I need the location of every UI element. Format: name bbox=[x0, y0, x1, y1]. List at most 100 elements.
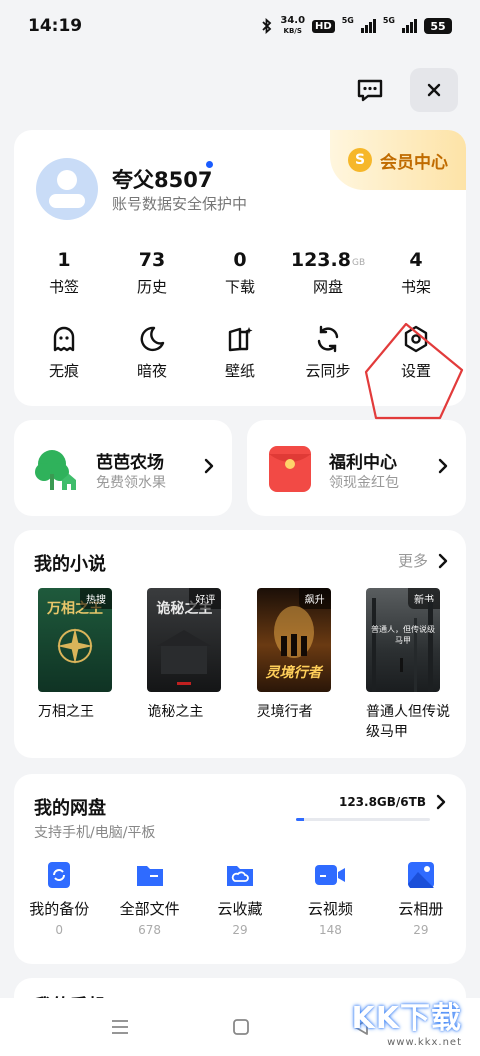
network-speed-unit: KB/S bbox=[283, 27, 302, 35]
promo-welfare-card[interactable]: 福利中心 领现金红包 bbox=[247, 420, 466, 516]
disk-item-count: 29 bbox=[413, 923, 429, 937]
stat-bookshelf[interactable]: 4 书架 bbox=[372, 246, 460, 297]
status-bar: 14:19 34.0 KB/S HD 5G 5G 55 bbox=[0, 0, 480, 52]
stat-bookmarks[interactable]: 1 书签 bbox=[20, 246, 108, 297]
stat-cloud-disk[interactable]: 123.8 GB 网盘 bbox=[284, 246, 372, 297]
disk-item-label: 我的备份 bbox=[29, 900, 90, 918]
stat-unit: GB bbox=[351, 258, 366, 268]
message-button[interactable] bbox=[346, 68, 394, 112]
top-actions bbox=[346, 68, 458, 112]
book-item[interactable]: 新书 普通人，但传说级马甲 普通人但传说级马甲 bbox=[365, 588, 452, 742]
signal-icon-2 bbox=[402, 19, 417, 33]
promo-subtitle: 免费领水果 bbox=[96, 475, 166, 491]
disk-item-cloud-album[interactable]: 云相册 29 bbox=[376, 860, 466, 937]
backup-icon bbox=[48, 862, 71, 888]
tool-wallpaper[interactable]: 壁纸 bbox=[196, 322, 284, 381]
chevron-right-icon bbox=[438, 458, 448, 474]
hd-badge: HD bbox=[312, 19, 335, 33]
disk-item-backup[interactable]: 我的备份 0 bbox=[14, 860, 104, 937]
cloud-folder-icon bbox=[227, 866, 254, 886]
section-subtitle: 支持手机/电脑/平板 bbox=[34, 825, 156, 841]
disk-usage-fill bbox=[296, 818, 305, 821]
red-envelope-icon bbox=[269, 446, 311, 492]
disk-item-label: 云视频 bbox=[307, 900, 353, 918]
stat-value: 4 bbox=[409, 249, 423, 271]
book-item[interactable]: 诡秘之主 好评 诡秘之主 bbox=[147, 588, 233, 742]
highlight-annotation bbox=[364, 322, 464, 420]
avatar[interactable] bbox=[36, 158, 98, 220]
book-title: 灵境行者 bbox=[256, 704, 313, 720]
disk-item-count: 0 bbox=[55, 923, 64, 937]
tool-label: 无痕 bbox=[48, 362, 79, 380]
promo-title: 福利中心 bbox=[329, 453, 397, 473]
menu-icon[interactable] bbox=[111, 1019, 129, 1035]
book-cover: 万相之王 热搜 bbox=[38, 588, 112, 692]
tool-incognito[interactable]: 无痕 bbox=[20, 322, 108, 381]
watermark: KK下载 www.kkx.net bbox=[352, 993, 463, 1048]
network-speed-value: 34.0 bbox=[280, 15, 306, 26]
book-list: 万相之王 热搜 万相之王 诡秘之主 好评 诡秘之主 飙升 灵境行者 灵境行者 新… bbox=[38, 588, 452, 742]
promo-farm-card[interactable]: 芭芭农场 免费领水果 bbox=[14, 420, 232, 516]
chevron-right-icon bbox=[204, 458, 214, 474]
chevron-right-icon bbox=[436, 794, 446, 810]
disk-item-all-files[interactable]: 全部文件 678 bbox=[104, 860, 194, 937]
disk-item-cloud-video[interactable]: 云视频 148 bbox=[285, 860, 375, 937]
cover-emblem bbox=[57, 628, 93, 664]
stat-history[interactable]: 73 历史 bbox=[108, 246, 196, 297]
close-button[interactable] bbox=[410, 68, 458, 112]
book-item[interactable]: 飙升 灵境行者 灵境行者 bbox=[256, 588, 343, 742]
tool-night-mode[interactable]: 暗夜 bbox=[108, 322, 196, 381]
book-cover: 飙升 灵境行者 bbox=[256, 588, 331, 692]
vip-center-button[interactable]: S 会员中心 bbox=[330, 130, 466, 190]
section-title: 我的网盘 bbox=[34, 798, 106, 819]
book-title: 普通人但传说级马甲 bbox=[365, 704, 450, 740]
video-icon bbox=[315, 865, 346, 885]
promo-title: 芭芭农场 bbox=[96, 453, 164, 473]
home-icon[interactable] bbox=[232, 1018, 250, 1036]
book-item[interactable]: 万相之王 热搜 万相之王 bbox=[38, 588, 124, 742]
disk-quota[interactable]: 123.8GB/6TB bbox=[339, 794, 446, 810]
tool-cloud-sync[interactable]: 云同步 bbox=[284, 322, 372, 381]
stat-label: 书架 bbox=[400, 278, 431, 296]
tool-label: 暗夜 bbox=[136, 362, 167, 380]
vip-coin-icon: S bbox=[348, 148, 372, 172]
account-security-status: 账号数据安全保护中 bbox=[112, 195, 248, 213]
my-novels-card: 我的小说 更多 万相之王 热搜 万相之王 诡秘之主 好评 诡秘之主 飙升 灵境行… bbox=[14, 530, 466, 758]
tool-label: 云同步 bbox=[305, 362, 351, 380]
stat-label: 历史 bbox=[136, 278, 167, 296]
disk-item-count: 29 bbox=[232, 923, 248, 937]
watermark-url: www.kkx.net bbox=[387, 1037, 462, 1048]
status-time: 14:19 bbox=[28, 16, 83, 36]
disk-quota-text: 123.8GB/6TB bbox=[338, 795, 426, 809]
disk-item-label: 全部文件 bbox=[119, 900, 180, 918]
user-name[interactable]: 夸父8507 bbox=[112, 164, 212, 194]
more-label: 更多 bbox=[397, 552, 428, 570]
disk-item-cloud-favorites[interactable]: 云收藏 29 bbox=[195, 860, 285, 937]
sync-icon bbox=[317, 325, 339, 353]
stat-label: 网盘 bbox=[312, 278, 343, 296]
bluetooth-icon bbox=[262, 18, 272, 34]
signal-5g-label-2: 5G bbox=[382, 16, 395, 25]
ghost-icon bbox=[53, 326, 75, 352]
book-cover: 诡秘之主 好评 bbox=[147, 588, 222, 692]
cover-building bbox=[157, 630, 212, 685]
profile-card: 夸父8507 账号数据安全保护中 S 会员中心 1 书签 73 历史 0 下载 … bbox=[14, 130, 466, 420]
moon-icon bbox=[140, 326, 165, 352]
cover-title: 普通人，但传说级马甲 bbox=[370, 625, 435, 645]
chevron-right-icon bbox=[438, 553, 448, 568]
stat-value: 73 bbox=[138, 249, 166, 271]
disk-usage-bar bbox=[296, 818, 430, 821]
more-button[interactable]: 更多 bbox=[398, 550, 448, 571]
stat-label: 下载 bbox=[224, 278, 255, 296]
book-title: 诡秘之主 bbox=[147, 704, 204, 720]
promo-subtitle: 领现金红包 bbox=[329, 475, 399, 491]
photo-icon bbox=[407, 862, 434, 888]
network-speed: 34.0 KB/S bbox=[280, 16, 305, 36]
disk-items: 我的备份 0 全部文件 678 云收藏 29 云视频 148 云相册 29 bbox=[14, 860, 466, 937]
stat-downloads[interactable]: 0 下载 bbox=[196, 246, 284, 297]
signal-icon bbox=[360, 19, 376, 33]
battery-icon: 55 bbox=[424, 18, 452, 34]
disk-item-label: 云收藏 bbox=[217, 900, 263, 918]
stat-value: 0 bbox=[233, 249, 247, 271]
wallpaper-icon bbox=[228, 327, 253, 352]
